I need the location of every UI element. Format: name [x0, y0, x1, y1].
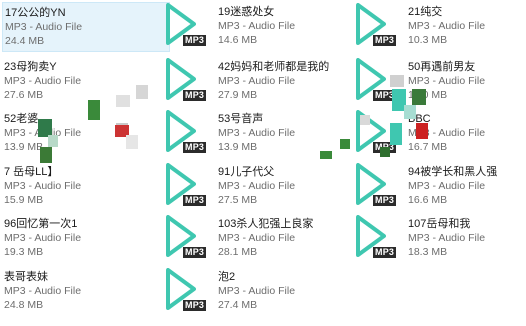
file-size: 24.8 MB: [4, 299, 44, 311]
mp3-badge: MP3: [373, 247, 397, 258]
file-name: 21纯交: [408, 6, 443, 18]
file-type: MP3 - Audio File: [218, 232, 296, 244]
file-details: 17公公的YN MP3 - Audio File 24.4 MB: [5, 6, 165, 48]
mp3-badge: MP3: [183, 35, 207, 46]
mp3-badge: MP3: [183, 90, 207, 101]
file-name: 泡2: [218, 271, 236, 283]
file-size: 10.3 MB: [408, 34, 448, 46]
file-item[interactable]: MP3 19迷惑处女 MP3 - Audio File 14.6 MB: [166, 2, 358, 52]
file-size: 27.4 MB: [218, 299, 258, 311]
file-size: 28.1 MB: [218, 246, 258, 258]
file-name: 17公公的YN: [5, 7, 66, 19]
file-type: MP3 - Audio File: [5, 21, 83, 33]
file-details: 91儿子代父 MP3 - Audio File 27.5 MB: [218, 165, 378, 207]
file-type: MP3 - Audio File: [408, 232, 486, 244]
mp3-badge: MP3: [183, 142, 207, 153]
file-type: MP3 - Audio File: [4, 180, 82, 192]
file-name: 103杀人犯强上良家: [218, 218, 314, 230]
mp3-badge: MP3: [183, 195, 207, 206]
file-type: MP3 - Audio File: [408, 20, 486, 32]
censor-mosaic-2: [320, 75, 430, 170]
file-size: 27.5 MB: [218, 194, 258, 206]
file-name: 96回忆第一次1: [4, 218, 78, 230]
file-size: 16.6 MB: [408, 194, 448, 206]
file-details: 94被学长和黑人强 MP3 - Audio File 16.6 MB: [408, 165, 526, 207]
file-name: 23母狗卖Y: [4, 61, 57, 73]
file-item[interactable]: MP3 103杀人犯强上良家 MP3 - Audio File 28.1 MB: [166, 214, 358, 264]
file-details: 103杀人犯强上良家 MP3 - Audio File 28.1 MB: [218, 217, 378, 259]
file-name: 42妈妈和老师都是我的: [218, 61, 330, 73]
file-grid: MP317公公的YNMP3 - Audio File24.4 MBMP319迷惑…: [0, 0, 526, 326]
file-type: MP3 - Audio File: [4, 232, 82, 244]
mp3-play-icon: MP3: [166, 110, 212, 158]
file-size: 19.3 MB: [4, 246, 44, 258]
file-item[interactable]: MP317公公的YNMP3 - Audio File24.4 MB: [2, 2, 170, 52]
file-size: 14.6 MB: [218, 34, 258, 46]
file-details: 泡2 MP3 - Audio File 27.4 MB: [218, 270, 378, 312]
mp3-play-icon: MP3: [356, 3, 402, 51]
file-details: 19迷惑处女 MP3 - Audio File 14.6 MB: [218, 5, 378, 47]
mp3-play-icon: MP3: [166, 163, 212, 211]
mp3-play-icon: MP3: [166, 215, 212, 263]
mp3-badge: MP3: [373, 195, 397, 206]
mp3-play-icon: MP3: [166, 58, 212, 106]
file-item[interactable]: MP3 泡2 MP3 - Audio File 27.4 MB: [166, 267, 358, 317]
file-size: 24.4 MB: [5, 35, 45, 47]
censor-mosaic-1: [38, 85, 168, 170]
file-size: 18.3 MB: [408, 246, 448, 258]
file-item[interactable]: MP3表哥表妹MP3 - Audio File24.8 MB: [2, 267, 170, 317]
file-type: MP3 - Audio File: [408, 180, 486, 192]
file-details: 7 岳母LL】 MP3 - Audio File 15.9 MB: [4, 165, 164, 207]
file-name: 50再遇前男友: [408, 61, 476, 73]
file-type: MP3 - Audio File: [4, 285, 82, 297]
file-details: 表哥表妹 MP3 - Audio File 24.8 MB: [4, 270, 164, 312]
mp3-badge: MP3: [183, 247, 207, 258]
mp3-play-icon: MP3: [166, 3, 212, 51]
mp3-play-icon: MP3: [356, 163, 402, 211]
file-item[interactable]: MP396回忆第一次1MP3 - Audio File19.3 MB: [2, 214, 170, 264]
file-type: MP3 - Audio File: [218, 20, 296, 32]
file-name: 表哥表妹: [4, 271, 48, 283]
file-details: 96回忆第一次1 MP3 - Audio File 19.3 MB: [4, 217, 164, 259]
file-details: 107岳母和我 MP3 - Audio File 18.3 MB: [408, 217, 526, 259]
file-item[interactable]: MP3 21纯交 MP3 - Audio File 10.3 MB: [356, 2, 526, 52]
file-type: MP3 - Audio File: [218, 285, 296, 297]
file-name: 19迷惑处女: [218, 6, 275, 18]
mp3-play-icon: MP3: [166, 268, 212, 316]
file-name: 107岳母和我: [408, 218, 471, 230]
file-type: MP3 - Audio File: [218, 180, 296, 192]
file-size: 15.9 MB: [4, 194, 44, 206]
mp3-play-icon: MP3: [356, 215, 402, 263]
file-item[interactable]: MP3 107岳母和我 MP3 - Audio File 18.3 MB: [356, 214, 526, 264]
file-details: 21纯交 MP3 - Audio File 10.3 MB: [408, 5, 526, 47]
mp3-badge: MP3: [183, 300, 207, 311]
mp3-badge: MP3: [373, 35, 397, 46]
